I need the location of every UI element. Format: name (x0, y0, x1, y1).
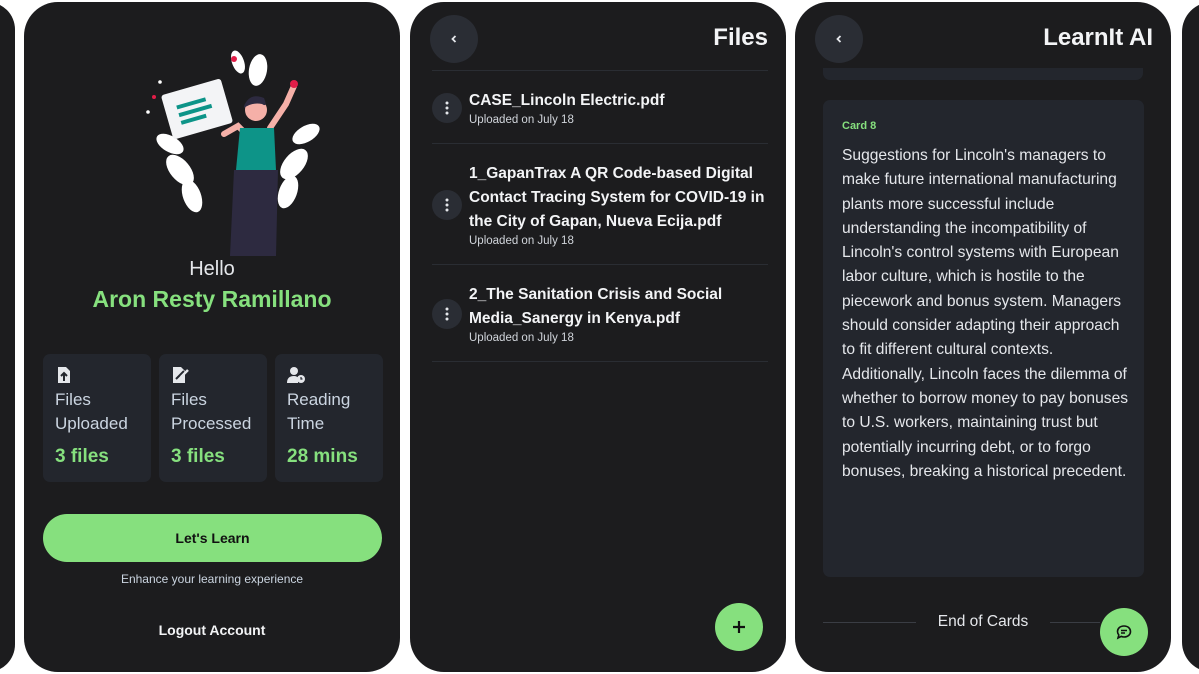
file-date: Uploaded on July 18 (469, 114, 574, 126)
file-upload-icon (58, 367, 70, 383)
stat-value: 3 files (171, 446, 225, 467)
stat-value: 28 mins (287, 446, 358, 467)
more-options-button[interactable] (432, 189, 462, 220)
profile-screen: Hello Aron Resty Ramillano Files Uploade… (24, 2, 400, 672)
file-name: CASE_Lincoln Electric.pdf (469, 92, 665, 109)
learn-subtitle: Enhance your learning experience (120, 572, 304, 586)
learnit-screen: LearnIt AI Card 8 Suggestions for Lincol… (795, 2, 1171, 672)
adjacent-screen-right (1182, 2, 1199, 672)
stat-card-files-processed: Files Processed 3 files (159, 354, 267, 482)
stat-card-reading-time: Reading Time 28 mins (275, 354, 383, 482)
back-button[interactable] (815, 15, 863, 63)
hero-illustration (146, 50, 320, 256)
user-clock-icon (287, 367, 305, 383)
card-number: Card 8 (842, 120, 877, 132)
file-date: Uploaded on July 18 (469, 235, 574, 247)
stat-label: Files Processed (171, 390, 252, 433)
plus-icon (733, 621, 745, 633)
file-item[interactable]: 1_GapanTrax A QR Code-based Digital Cont… (432, 144, 768, 265)
more-options-button[interactable] (432, 92, 462, 123)
stat-label: Reading Time (287, 390, 351, 433)
adjacent-screen-left (0, 2, 15, 672)
stat-value: 3 files (55, 446, 109, 467)
previous-card (823, 68, 1143, 80)
chat-button[interactable] (1100, 608, 1148, 656)
file-edit-icon (173, 367, 189, 383)
logout-button[interactable]: Logout Account (24, 622, 400, 638)
file-list: CASE_Lincoln Electric.pdf Uploaded on Ju… (432, 70, 768, 362)
page-title: LearnIt AI (1043, 24, 1153, 51)
card-content: Suggestions for Lincoln's managers to ma… (842, 147, 1129, 480)
file-date: Uploaded on July 18 (469, 332, 574, 344)
files-screen: Files CASE_Lincoln Electric.pdf Uploaded… (410, 2, 786, 672)
back-button[interactable] (430, 15, 478, 63)
stat-label: Files Uploaded (55, 390, 128, 433)
page-title: Files (713, 24, 768, 51)
add-file-button[interactable] (715, 603, 763, 651)
more-options-button[interactable] (432, 298, 462, 329)
chevron-left-icon (836, 35, 842, 43)
file-name: 1_GapanTrax A QR Code-based Digital Cont… (469, 165, 765, 230)
file-item[interactable]: CASE_Lincoln Electric.pdf Uploaded on Ju… (432, 71, 768, 144)
kebab-menu-icon (445, 307, 449, 320)
user-name: Aron Resty Ramillano (92, 286, 332, 312)
file-item[interactable]: 2_The Sanitation Crisis and Social Media… (432, 265, 768, 362)
stat-card-files-uploaded: Files Uploaded 3 files (43, 354, 151, 482)
kebab-menu-icon (445, 198, 449, 211)
lets-learn-button[interactable]: Let's Learn (43, 514, 382, 562)
kebab-menu-icon (445, 101, 449, 114)
chevron-left-icon (451, 35, 457, 43)
chat-icon (1116, 625, 1132, 640)
file-name: 2_The Sanitation Crisis and Social Media… (469, 286, 723, 327)
flash-card: Card 8 Suggestions for Lincoln's manager… (823, 100, 1144, 577)
greeting-text: Hello (189, 258, 235, 280)
